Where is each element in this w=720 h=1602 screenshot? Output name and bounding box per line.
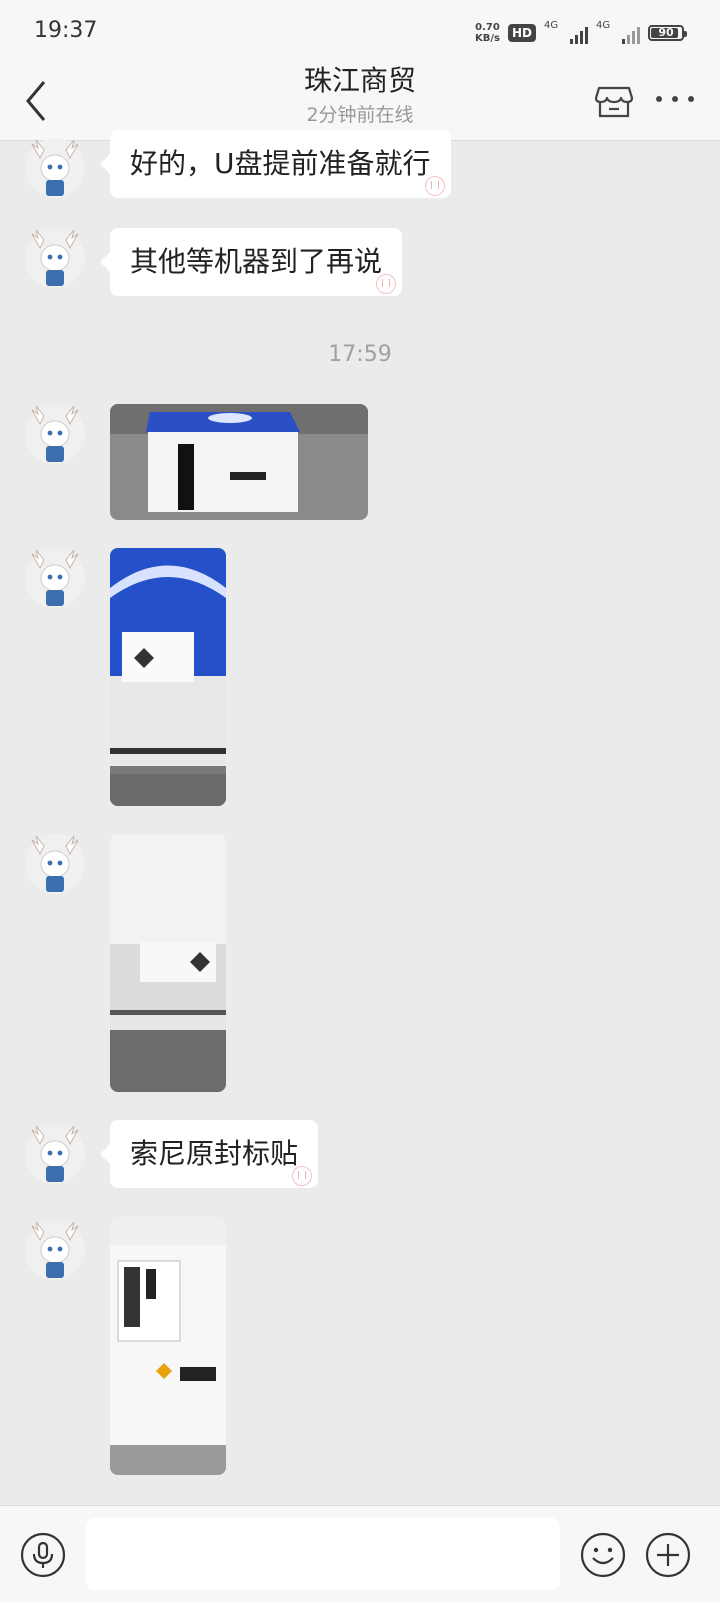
signal-icon: 4G bbox=[544, 20, 588, 46]
avatar[interactable] bbox=[22, 834, 88, 900]
status-indicators: 0.70 KB/s HD 4G 4G 90 bbox=[475, 18, 687, 48]
message-input[interactable] bbox=[86, 1518, 560, 1590]
more-options-button[interactable] bbox=[654, 84, 696, 114]
emoji-button[interactable] bbox=[580, 1532, 626, 1578]
watermark-icon bbox=[424, 176, 445, 196]
avatar[interactable] bbox=[22, 138, 88, 204]
message-text: 其他等机器到了再说 bbox=[130, 245, 383, 278]
store-button[interactable] bbox=[592, 78, 636, 122]
box-seal-photo-2[interactable] bbox=[110, 834, 226, 1092]
avatar[interactable] bbox=[22, 404, 88, 470]
signal-icon-2: 4G bbox=[596, 20, 640, 46]
message-bubble[interactable]: 其他等机器到了再说 bbox=[99, 228, 403, 296]
status-time: 19:37 bbox=[34, 18, 98, 43]
ps5-box-photo[interactable] bbox=[110, 404, 368, 520]
box-seal-photo[interactable] bbox=[110, 548, 226, 806]
status-bar: 19:37 0.70 KB/s HD 4G 4G 90 bbox=[0, 0, 720, 62]
add-more-button[interactable] bbox=[645, 1532, 691, 1578]
message-bubble[interactable]: 好的，U盘提前准备就行 bbox=[100, 130, 451, 198]
more-dots-icon bbox=[656, 96, 694, 102]
hd-voice-icon: HD bbox=[507, 24, 536, 42]
avatar[interactable] bbox=[22, 548, 88, 614]
voice-button[interactable] bbox=[20, 1532, 66, 1578]
smiley-icon bbox=[580, 1532, 626, 1578]
plus-icon bbox=[645, 1532, 691, 1578]
message-input-bar bbox=[0, 1505, 720, 1602]
avatar[interactable] bbox=[22, 1124, 88, 1190]
message-text: 好的，U盘提前准备就行 bbox=[130, 147, 431, 180]
battery-icon: 90 bbox=[648, 25, 687, 41]
avatar[interactable] bbox=[22, 228, 88, 294]
message-text: 索尼原封标贴 bbox=[130, 1137, 299, 1170]
watermark-icon bbox=[376, 274, 397, 294]
message-bubble[interactable]: 索尼原封标贴 bbox=[99, 1120, 319, 1188]
box-label-photo[interactable] bbox=[110, 1217, 226, 1475]
watermark-icon bbox=[292, 1166, 313, 1186]
microphone-icon bbox=[20, 1532, 66, 1578]
message-timestamp: 17:59 bbox=[328, 342, 392, 367]
store-icon bbox=[594, 86, 634, 118]
network-speed: 0.70 KB/s bbox=[475, 22, 500, 44]
avatar[interactable] bbox=[22, 1220, 88, 1286]
